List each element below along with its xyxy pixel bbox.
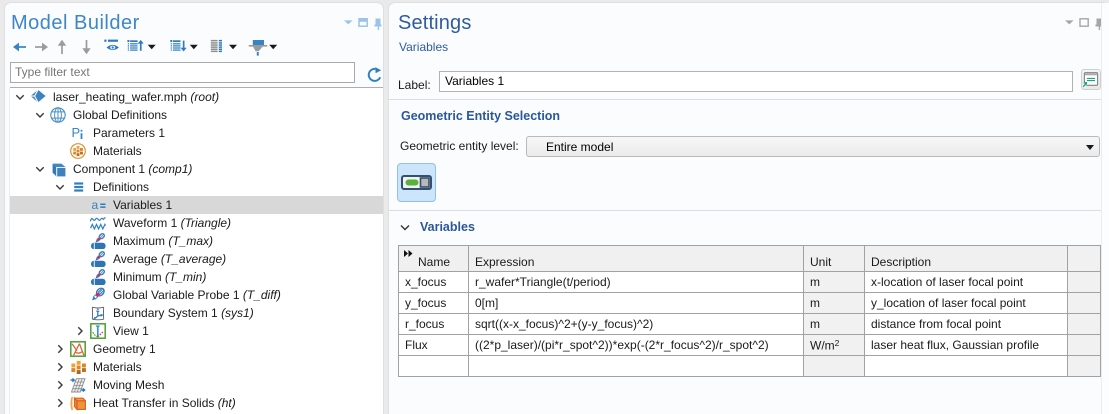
svg-text:P: P [72,125,81,140]
svg-text:a: a [92,198,99,212]
